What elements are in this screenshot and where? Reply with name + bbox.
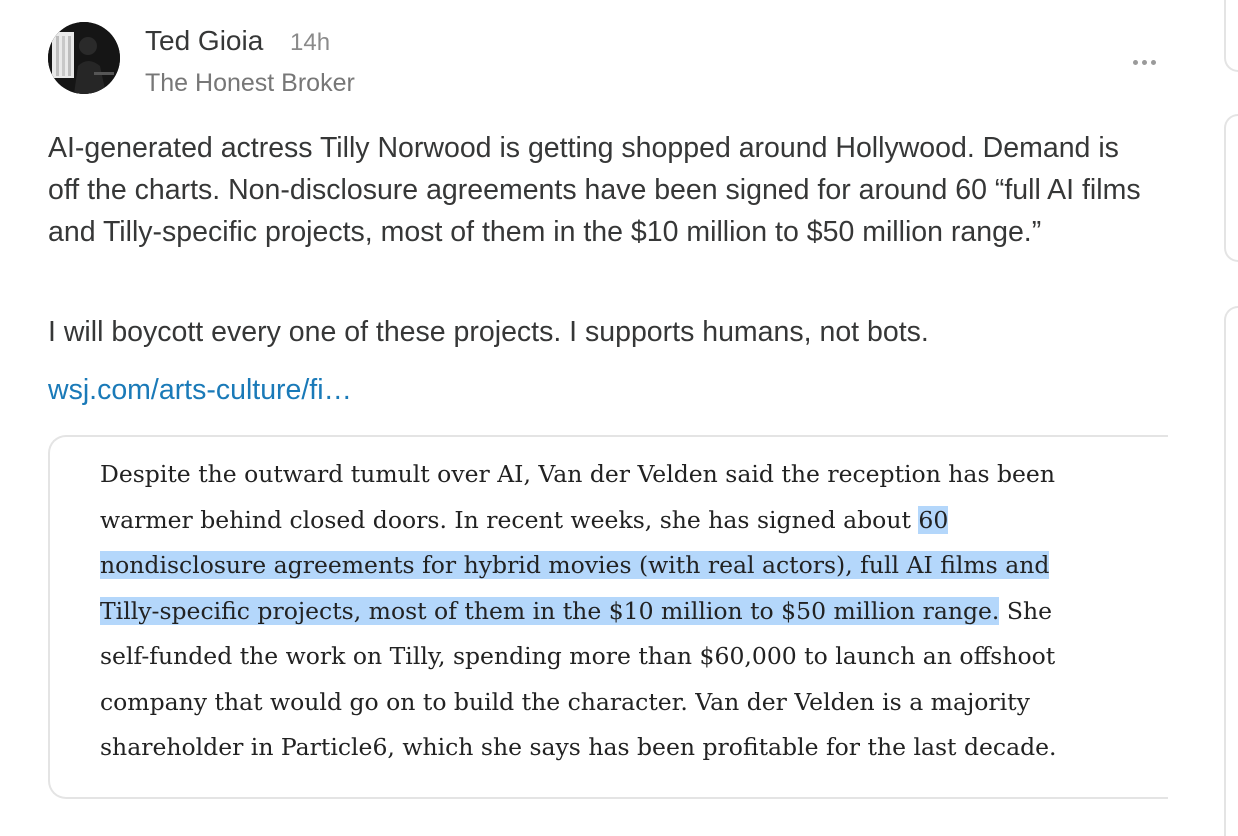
- post-paragraph: I will boycott every one of these projec…: [48, 316, 929, 348]
- note-page: Ted Gioia 14h The Honest Broker AI-gener…: [0, 0, 1238, 836]
- post-timestamp: 14h: [290, 29, 331, 56]
- post-paragraph: AI-generated actress Tilly Norwood is ge…: [48, 132, 1141, 248]
- article-link[interactable]: wsj.com/arts-culture/fi…: [48, 369, 352, 411]
- publication-name[interactable]: The Honest Broker: [145, 69, 355, 98]
- more-options-button[interactable]: [1124, 48, 1164, 76]
- ellipsis-icon: [1131, 59, 1158, 65]
- quote-text: Despite the outward tumult over AI, Van …: [100, 452, 1100, 771]
- adjacent-card-edge: [1224, 114, 1238, 262]
- author-photo-icon: [48, 22, 120, 94]
- author-name[interactable]: Ted Gioia: [145, 25, 263, 57]
- quote-card[interactable]: Despite the outward tumult over AI, Van …: [48, 435, 1168, 799]
- quote-text-start: Despite the outward tumult over AI, Van …: [100, 460, 1055, 534]
- author-avatar[interactable]: [48, 22, 120, 94]
- adjacent-card-edge: [1224, 0, 1238, 72]
- adjacent-card-edge: [1224, 306, 1238, 836]
